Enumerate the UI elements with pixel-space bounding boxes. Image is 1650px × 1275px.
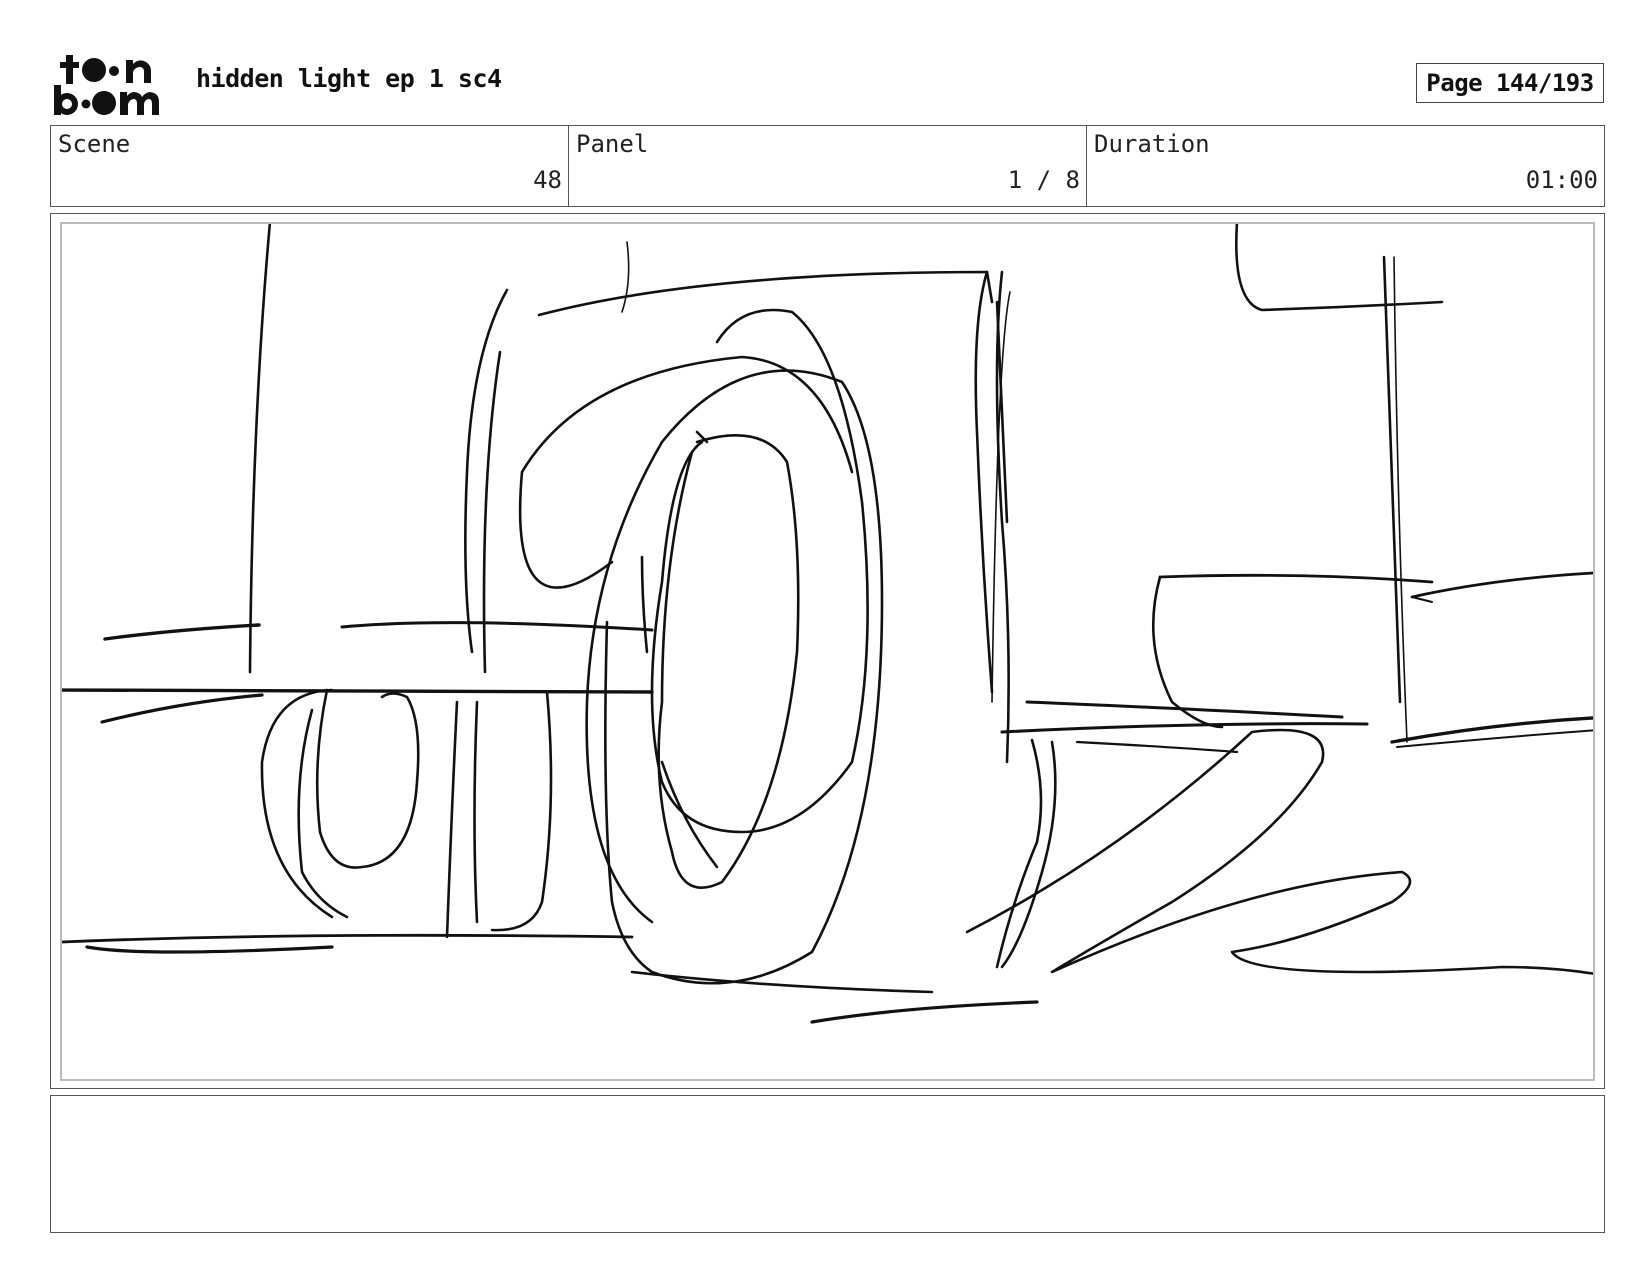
panel-cell: Panel 1 / 8 (569, 126, 1087, 206)
project-title: hidden light ep 1 sc4 (196, 64, 502, 93)
notes-box (50, 1095, 1605, 1233)
sketch-truck-wheels-icon (62, 224, 1593, 1024)
panel-value: 1 / 8 (1007, 166, 1080, 194)
panel-label: Panel (576, 130, 649, 158)
duration-cell: Duration 01:00 (1087, 126, 1604, 206)
duration-value: 01:00 (1525, 166, 1598, 194)
page-number: Page 144/193 (1416, 63, 1604, 103)
panel-image (60, 222, 1595, 1081)
info-row: Scene 48 Panel 1 / 8 Duration 01:00 (50, 125, 1605, 207)
duration-label: Duration (1094, 130, 1210, 158)
scene-label: Scene (58, 130, 131, 158)
scene-value: 48 (533, 166, 562, 194)
toon-boom-logo (52, 52, 170, 118)
scene-cell: Scene 48 (51, 126, 569, 206)
